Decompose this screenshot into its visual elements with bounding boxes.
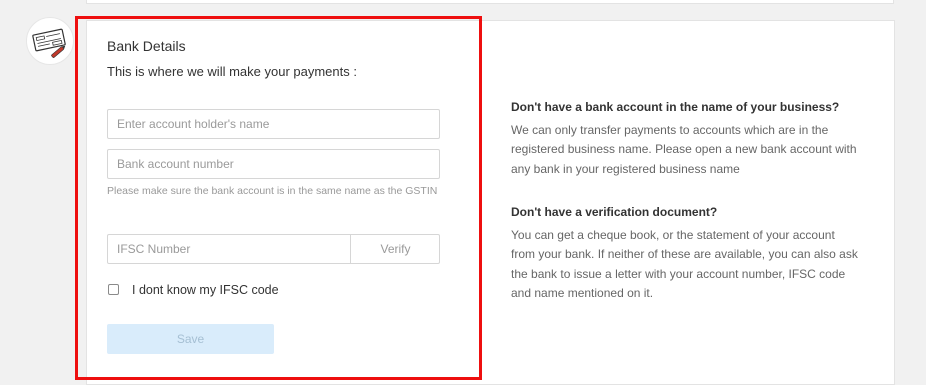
section-title: Bank Details: [107, 38, 186, 54]
section-subtitle: This is where we will make your payments…: [107, 64, 357, 79]
previous-section-card: [86, 0, 894, 4]
ifsc-number-input[interactable]: [108, 235, 350, 263]
verify-ifsc-button[interactable]: Verify: [350, 235, 440, 263]
faq-question-no-verification-document: Don't have a verification document?: [511, 205, 718, 219]
account-name-hint: Please make sure the bank account is in …: [107, 185, 438, 197]
bank-account-number-input[interactable]: [107, 149, 440, 179]
faq-answer-no-verification-document: You can get a cheque book, or the statem…: [511, 228, 858, 300]
dont-know-ifsc-checkbox[interactable]: [108, 284, 119, 295]
cheque-icon: [26, 17, 74, 65]
faq-question-no-business-account: Don't have a bank account in the name of…: [511, 100, 840, 114]
ifsc-field-group: Verify: [107, 234, 440, 264]
save-button[interactable]: Save: [107, 324, 274, 354]
faq-answer-no-business-account: We can only transfer payments to account…: [511, 123, 857, 176]
dont-know-ifsc-label[interactable]: I dont know my IFSC code: [132, 283, 279, 297]
account-holder-name-input[interactable]: [107, 109, 440, 139]
